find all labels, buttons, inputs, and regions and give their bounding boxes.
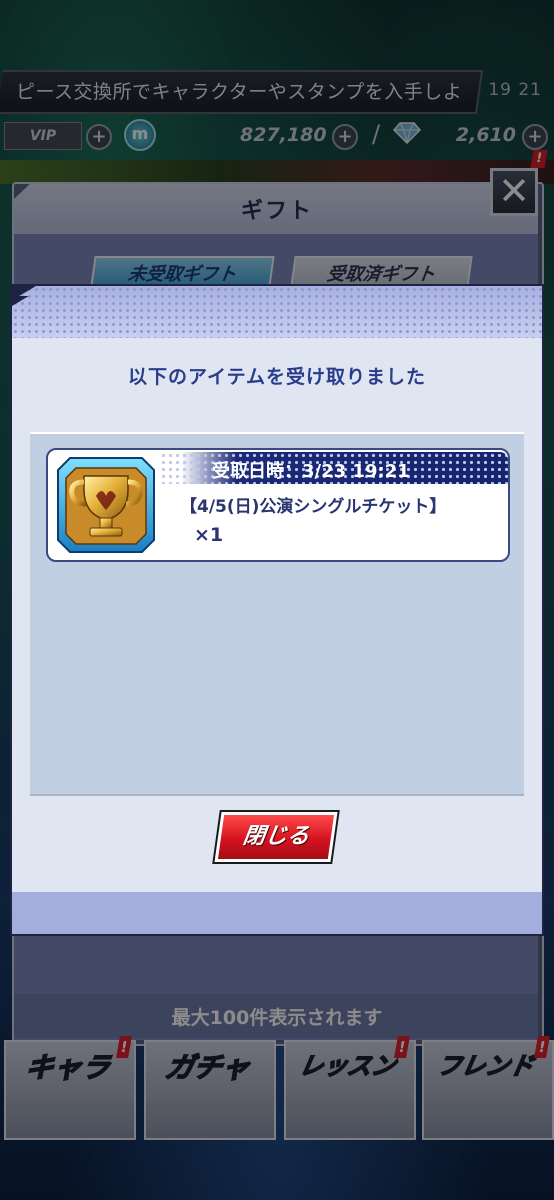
gold-trophy-icon <box>57 457 155 553</box>
item-quantity: ×1 <box>194 524 224 546</box>
modal-message: 以下のアイテムを受け取りました <box>127 366 427 388</box>
modal-footer <box>12 892 542 934</box>
item-name: 【4/5(日)公演シングルチケット】 <box>180 497 447 517</box>
received-date: 受取日時：3/23 19:21 <box>212 461 410 482</box>
close-button[interactable]: 閉じる <box>212 810 340 864</box>
modal-header <box>12 286 542 338</box>
